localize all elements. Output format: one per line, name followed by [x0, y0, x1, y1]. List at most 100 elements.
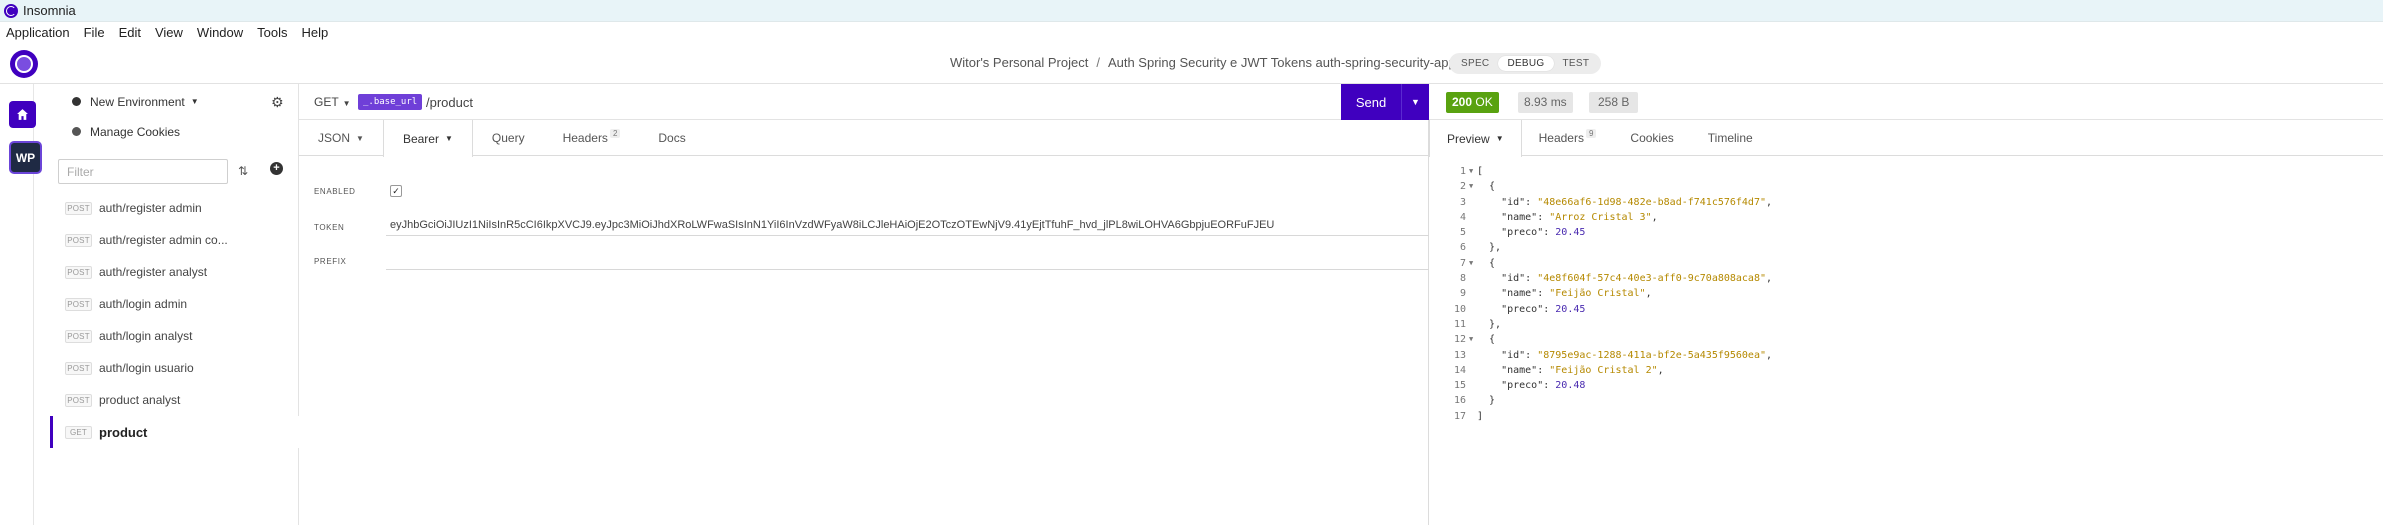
- json-token: ,: [1766, 196, 1773, 208]
- window-title: Insomnia: [23, 3, 76, 18]
- tab-query[interactable]: Query: [473, 120, 544, 156]
- menu-edit[interactable]: Edit: [119, 25, 141, 40]
- request-pane: GET ▼ _.base_url /product Send ▼ JSON ▼ Be…: [299, 84, 1429, 525]
- json-token: "preco":: [1477, 380, 1556, 392]
- menu-view[interactable]: View: [155, 25, 183, 40]
- method-selector[interactable]: GET ▼: [314, 95, 351, 109]
- response-body-viewer[interactable]: 1 ▼[2 ▼ {3 "id": "48e66af6-1d98-482e-b8ad-…: [1429, 164, 2383, 424]
- tab-response-headers[interactable]: Headers 9: [1522, 120, 1614, 156]
- workspace-initials: WP: [15, 150, 36, 165]
- request-item-register-analyst[interactable]: POST auth/register analyst: [50, 256, 299, 288]
- code-line: 11 },: [1429, 317, 2383, 332]
- send-options-caret-icon[interactable]: ▼: [1401, 84, 1429, 120]
- mode-debug[interactable]: DEBUG: [1498, 56, 1554, 71]
- tab-body[interactable]: JSON ▼: [299, 120, 383, 156]
- json-token: "id":: [1477, 349, 1538, 361]
- environment-selector[interactable]: New Environment ▼: [50, 84, 299, 119]
- send-button[interactable]: Send: [1341, 84, 1401, 120]
- sidebar: New Environment ▼ ⚙ Manage Cookies ⇅ + P…: [50, 84, 299, 525]
- tab-auth[interactable]: Bearer ▼: [382, 120, 473, 157]
- mode-toggle: SPEC DEBUG TEST: [1449, 53, 1602, 74]
- url-path-input[interactable]: /product: [426, 95, 473, 110]
- menu-help[interactable]: Help: [302, 25, 329, 40]
- caret-down-icon: ▼: [190, 97, 199, 106]
- filter-input[interactable]: [58, 159, 228, 184]
- json-string: "4e8f604f-57c4-40e3-aff0-9c70a808aca8": [1537, 273, 1766, 285]
- tab-timeline-label: Timeline: [1707, 131, 1753, 145]
- fold-caret-icon[interactable]: ▼: [1469, 164, 1477, 179]
- json-token: },: [1477, 318, 1502, 330]
- tab-headers[interactable]: Headers 2: [544, 120, 640, 156]
- insomnia-logo-icon: [4, 3, 18, 18]
- tab-query-label: Query: [491, 131, 525, 145]
- method-tag: POST: [65, 233, 92, 247]
- mode-spec[interactable]: SPEC: [1452, 56, 1498, 71]
- breadcrumb-project[interactable]: Witor's Personal Project: [950, 55, 1088, 70]
- insomnia-logo-icon: [15, 55, 33, 73]
- caret-down-icon: ▼: [342, 99, 351, 108]
- url-bar: GET ▼ _.base_url /product Send ▼: [299, 84, 1429, 120]
- menu-file[interactable]: File: [84, 25, 105, 40]
- fold-caret-icon[interactable]: ▼: [1469, 332, 1477, 347]
- line-number: 17: [1453, 410, 1466, 422]
- breadcrumb-workspace[interactable]: Auth Spring Security e JWT Tokens auth-s…: [1108, 55, 1456, 70]
- fold-caret-icon[interactable]: ▼: [1469, 179, 1477, 194]
- sort-icon[interactable]: ⇅: [238, 164, 248, 178]
- status-code: 200: [1452, 95, 1473, 109]
- json-number: 20.45: [1555, 303, 1586, 315]
- code-line: 5 "preco": 20.45: [1429, 225, 2383, 240]
- menu-window[interactable]: Window: [197, 25, 243, 40]
- fold-caret-icon[interactable]: ▼: [1469, 256, 1477, 271]
- request-item-register-admin-co[interactable]: POST auth/register admin co...: [50, 224, 299, 256]
- enabled-checkbox[interactable]: ✓: [390, 185, 402, 197]
- menu-application[interactable]: Application: [6, 25, 70, 40]
- environment-label: New Environment: [90, 94, 185, 109]
- caret-down-icon: ▼: [356, 133, 364, 143]
- json-token: "preco":: [1477, 227, 1556, 239]
- tab-cookies[interactable]: Cookies: [1613, 120, 1690, 156]
- json-number: 20.45: [1555, 227, 1586, 239]
- tab-docs[interactable]: Docs: [639, 120, 704, 156]
- tab-preview[interactable]: Preview ▼: [1429, 120, 1522, 157]
- method-tag: POST: [65, 361, 92, 375]
- request-label: auth/login admin: [99, 297, 188, 311]
- request-item-register-admin[interactable]: POST auth/register admin: [50, 192, 299, 224]
- mode-test[interactable]: TEST: [1554, 56, 1599, 71]
- home-icon: [17, 109, 28, 120]
- manage-cookies-button[interactable]: Manage Cookies: [50, 119, 299, 144]
- json-number: 20.48: [1555, 380, 1586, 392]
- line-number: 15: [1453, 380, 1466, 392]
- add-request-icon[interactable]: +: [270, 162, 283, 175]
- request-item-login-usuario[interactable]: POST auth/login usuario: [50, 352, 299, 384]
- workspace-button[interactable]: WP: [9, 141, 42, 174]
- code-text: "id": "48e66af6-1d98-482e-b8ad-f741c576f…: [1477, 195, 1772, 210]
- base-url-variable-tag[interactable]: _.base_url: [358, 94, 423, 110]
- request-item-product[interactable]: GET product: [50, 416, 299, 448]
- json-token: "name":: [1477, 364, 1550, 376]
- menu-tools[interactable]: Tools: [257, 25, 287, 40]
- request-item-login-admin[interactable]: POST auth/login admin: [50, 288, 299, 320]
- enabled-label: ENABLED: [314, 187, 356, 196]
- insomnia-logo-button[interactable]: [10, 50, 38, 78]
- code-text: "name": "Feijão Cristal",: [1477, 286, 1652, 301]
- tab-timeline[interactable]: Timeline: [1691, 120, 1770, 156]
- method-label: GET: [314, 95, 339, 109]
- request-item-product-analyst[interactable]: POST product analyst: [50, 384, 299, 416]
- code-text: },: [1477, 317, 1501, 332]
- tab-body-label: JSON: [318, 131, 351, 145]
- token-input[interactable]: eyJhbGciOiJIUzI1NiIsInR5cCI6IkpXVCJ9.eyJ…: [390, 219, 1274, 231]
- line-number: 2: [1459, 181, 1466, 193]
- request-item-login-analyst[interactable]: POST auth/login analyst: [50, 320, 299, 352]
- window-titlebar: Insomnia: [0, 0, 2383, 22]
- home-button[interactable]: [9, 101, 36, 128]
- prefix-underline: [386, 269, 1429, 270]
- gear-icon[interactable]: ⚙: [271, 94, 284, 111]
- response-status-bar: 200 OK 8.93 ms 258 B: [1429, 84, 2383, 120]
- method-tag: POST: [65, 329, 92, 343]
